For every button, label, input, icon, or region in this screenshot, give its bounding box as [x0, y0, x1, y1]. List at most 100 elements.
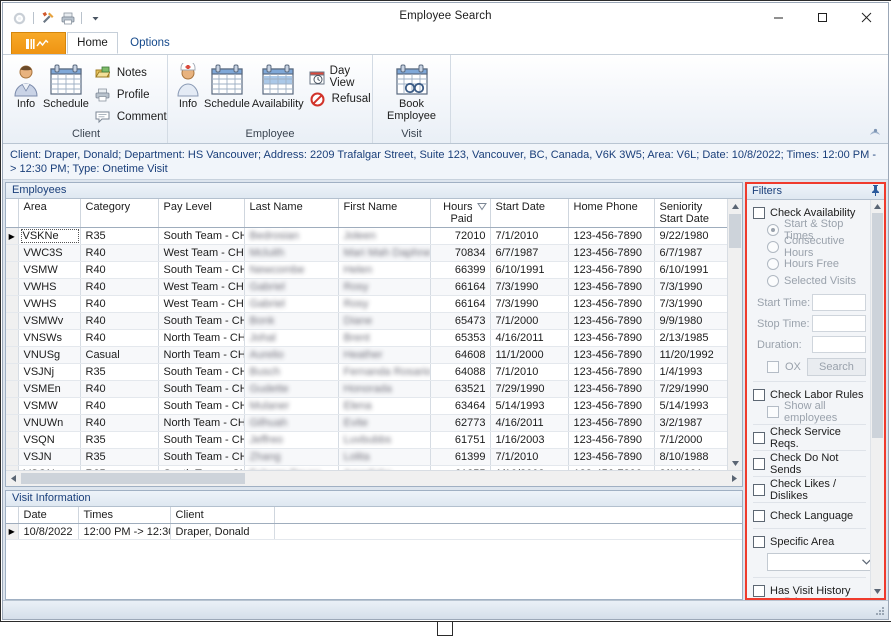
cell-home-phone[interactable]: 123-456-7890 — [568, 431, 655, 449]
table-row[interactable]: VSMWR40South Team - CHW Mulaner Elena 63464… — [6, 397, 728, 415]
table-row[interactable]: VSMWR40South Team - CHW Newcombe Helen 6639… — [6, 261, 728, 279]
radio-selected-visits[interactable]: Selected Visits — [753, 272, 866, 289]
cell-home-phone[interactable]: 123-456-7890 — [568, 244, 655, 262]
cell-area[interactable]: VNSWs — [18, 329, 81, 347]
cell-area[interactable]: VSQN — [18, 431, 81, 449]
cell-last-name[interactable]: Mcluith — [244, 244, 339, 262]
cell-pay-level[interactable]: West Team - CHW — [158, 278, 245, 296]
cell-last-name[interactable]: Mulaner — [244, 397, 339, 415]
employee-schedule-button[interactable]: Schedule — [204, 59, 250, 110]
column-header-first-name[interactable]: First Name — [338, 199, 431, 228]
cell-first-name[interactable]: Heather — [338, 346, 431, 364]
column-header-start-date[interactable]: Start Date — [490, 199, 569, 228]
cell-last-name[interactable]: Newcombe — [244, 261, 339, 279]
cell-hours-paid[interactable]: 65473 — [430, 312, 491, 330]
cell-home-phone[interactable]: 123-456-7890 — [568, 448, 655, 466]
cell-first-name[interactable]: Brent — [338, 329, 431, 347]
cell-category[interactable]: R35 — [80, 431, 159, 449]
employee-refusal-button[interactable]: Refusal — [306, 89, 374, 109]
table-row[interactable]: VSJNR35South Team - CHW Zhang Lolita 613997… — [6, 448, 728, 466]
filter-specific-area[interactable]: Specific Area — [753, 533, 866, 550]
cell-seniority-start-date[interactable]: 2/13/1985 — [654, 329, 728, 347]
pin-icon[interactable] — [871, 185, 880, 201]
cell-home-phone[interactable]: 123-456-7890 — [568, 278, 655, 296]
client-profile-button[interactable]: Profile — [91, 85, 170, 105]
cell-start-date[interactable]: 7/1/2000 — [490, 312, 569, 330]
visit-table-row[interactable]: ▶10/8/202212:00 PM -> 12:30 PMDraper, Do… — [6, 523, 742, 540]
cell-area[interactable]: VSJNj — [18, 363, 81, 381]
cell-seniority-start-date[interactable]: 8/10/1988 — [654, 448, 728, 466]
cell-start-date[interactable]: 6/7/1987 — [490, 244, 569, 262]
employees-grid-vertical-scrollbar[interactable] — [727, 199, 742, 470]
cell-last-name[interactable]: Johal — [244, 329, 339, 347]
cell-category[interactable]: R40 — [80, 244, 159, 262]
close-button[interactable] — [844, 3, 888, 32]
cell-home-phone[interactable]: 123-456-7890 — [568, 227, 655, 245]
cell-last-name[interactable]: Gilhuah — [244, 414, 339, 432]
maximize-button[interactable] — [800, 3, 844, 32]
visit-column-header-client[interactable]: Client — [170, 507, 275, 524]
cell-pay-level[interactable]: South Team - CHW — [158, 227, 245, 245]
visit-column-header-date[interactable]: Date — [18, 507, 79, 524]
radio-button-consecutive-hours[interactable] — [767, 240, 779, 253]
row-selector-cell[interactable] — [6, 244, 19, 262]
cell-last-name[interactable]: Jeffreo — [244, 431, 339, 449]
cell-seniority-start-date[interactable]: 7/1/2000 — [654, 431, 728, 449]
cell-hours-paid[interactable]: 66164 — [430, 295, 491, 313]
checkbox-check-do-not-sends[interactable] — [753, 457, 765, 470]
start-time-input[interactable] — [812, 294, 866, 311]
cell-home-phone[interactable]: 123-456-7890 — [568, 312, 655, 330]
client-notes-button[interactable]: Notes — [91, 63, 170, 83]
cell-last-name[interactable]: Bonk — [244, 312, 339, 330]
cell-hours-paid[interactable]: 61399 — [430, 448, 491, 466]
scroll-up-icon[interactable] — [728, 199, 742, 213]
cell-seniority-start-date[interactable]: 1/4/1993 — [654, 363, 728, 381]
row-selector-cell[interactable] — [6, 380, 19, 398]
cell-hours-paid[interactable]: 64608 — [430, 346, 491, 364]
cell-home-phone[interactable]: 123-456-7890 — [568, 363, 655, 381]
cell-hours-paid[interactable]: 66164 — [430, 278, 491, 296]
table-row[interactable]: ▶ VSKNeR35South Team - CHW Bedrosian Joleen… — [6, 227, 728, 245]
cell-area[interactable]: VSKNe — [18, 227, 81, 245]
client-schedule-button[interactable]: Schedule — [43, 59, 89, 110]
client-info-button[interactable]: Info — [11, 59, 41, 110]
cell-category[interactable]: R35 — [80, 227, 159, 245]
cell-area[interactable]: VWC3S — [18, 244, 81, 262]
specific-area-combobox[interactable] — [767, 553, 870, 571]
cell-seniority-start-date[interactable]: 11/20/1992 — [654, 346, 728, 364]
checkbox-check-language[interactable] — [753, 509, 765, 522]
row-selector-cell[interactable]: ▶ — [6, 227, 19, 245]
employee-info-button[interactable]: Info — [174, 59, 202, 110]
cell-seniority-start-date[interactable]: 6/10/1991 — [654, 261, 728, 279]
minimize-button[interactable] — [756, 3, 800, 32]
scroll-right-icon[interactable] — [727, 471, 742, 486]
cell-home-phone[interactable]: 123-456-7890 — [568, 261, 655, 279]
cell-seniority-start-date[interactable]: 9/9/1980 — [654, 312, 728, 330]
employee-availability-button[interactable]: Availability — [252, 59, 304, 110]
cell-last-name[interactable]: Busch — [244, 363, 339, 381]
cell-start-date[interactable]: 7/1/2010 — [490, 448, 569, 466]
cell-hours-paid[interactable]: 70834 — [430, 244, 491, 262]
cell-seniority-start-date[interactable]: 7/3/1990 — [654, 278, 728, 296]
cell-seniority-start-date[interactable]: 5/14/1993 — [654, 397, 728, 415]
employees-grid-hscroll-thumb[interactable] — [21, 473, 245, 484]
cell-last-name[interactable]: Gudette — [244, 380, 339, 398]
cell-category[interactable]: R40 — [80, 278, 159, 296]
cell-hours-paid[interactable]: 64088 — [430, 363, 491, 381]
cell-seniority-start-date[interactable]: 7/3/1990 — [654, 295, 728, 313]
cell-first-name[interactable]: Fernanda Rosario — [338, 363, 431, 381]
book-employee-button[interactable]: Book Employee — [379, 59, 444, 122]
filters-scroll-thumb[interactable] — [872, 213, 883, 438]
table-row[interactable]: VWHSR40West Team - CHWGabrielRosy661647/… — [6, 278, 728, 296]
cell-seniority-start-date[interactable]: 7/29/1990 — [654, 380, 728, 398]
table-row[interactable]: VSMEnR40South Team - CHW Gudette Honorada 6… — [6, 380, 728, 398]
cell-area[interactable]: VNUSg — [18, 346, 81, 364]
row-selector-cell[interactable] — [6, 278, 19, 296]
cell-category[interactable]: R40 — [80, 329, 159, 347]
cell-first-name[interactable]: Lolita — [338, 448, 431, 466]
cell-home-phone[interactable]: 123-456-7890 — [568, 397, 655, 415]
radio-button-hours-free[interactable] — [767, 257, 779, 270]
cell-hours-paid[interactable]: 61751 — [430, 431, 491, 449]
file-menu-tab[interactable] — [11, 32, 66, 54]
cell-start-date[interactable]: 7/3/1990 — [490, 278, 569, 296]
